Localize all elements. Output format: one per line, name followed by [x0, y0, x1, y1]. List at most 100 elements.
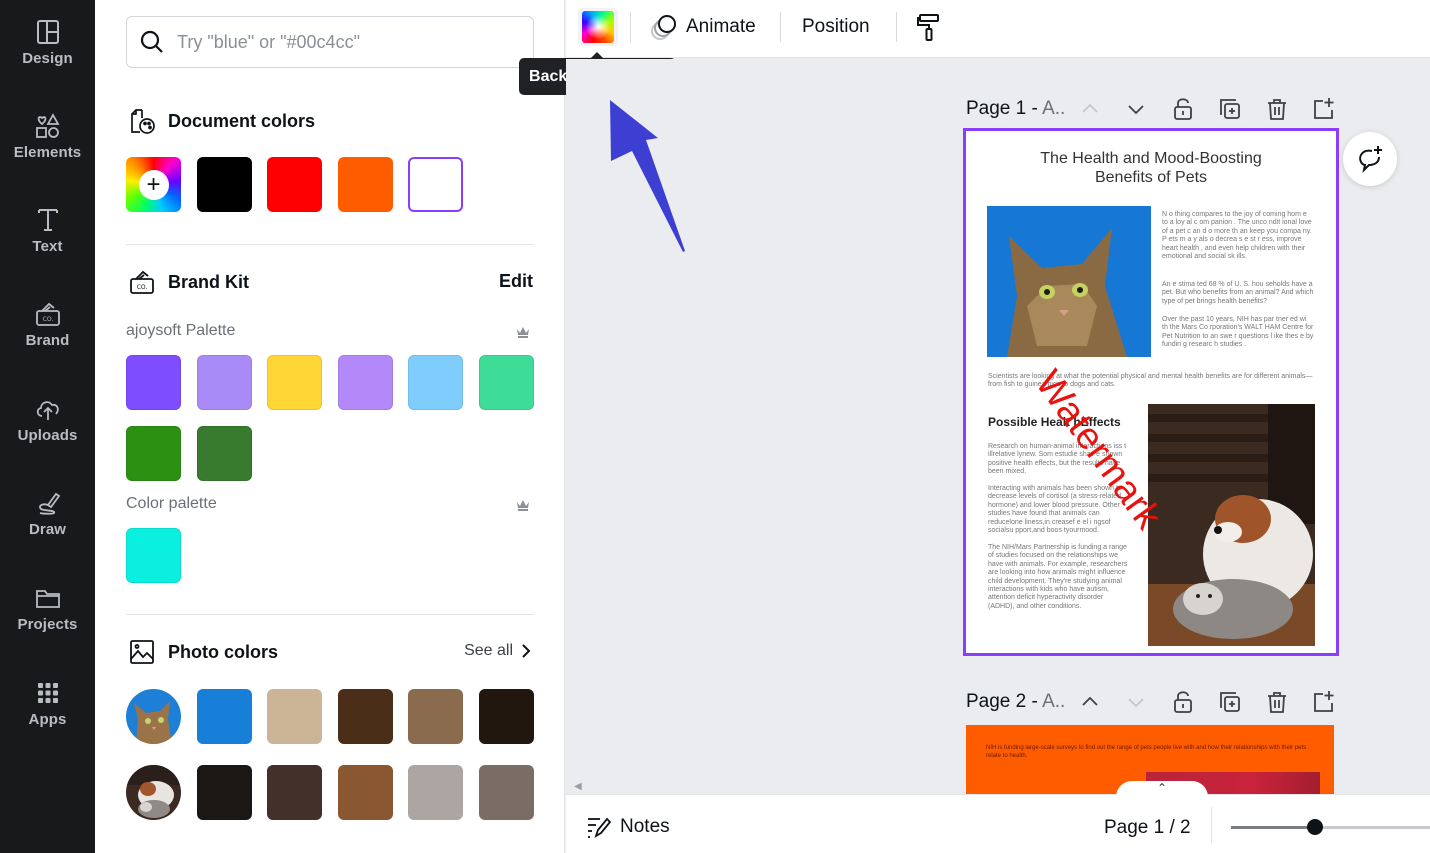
- brand-color-swatch[interactable]: [197, 426, 252, 481]
- image-icon: [130, 640, 154, 664]
- nih-mars-paragraph[interactable]: Over the past 10 years, NIH has par tner…: [1162, 316, 1314, 350]
- page-count-button[interactable]: Page 1 / 2: [1104, 817, 1191, 839]
- photo-color-swatch[interactable]: [267, 765, 322, 820]
- photo-color-swatch[interactable]: [267, 689, 322, 744]
- trash-icon[interactable]: [1264, 96, 1290, 122]
- trash-icon[interactable]: [1264, 689, 1290, 715]
- zoom-slider[interactable]: [1231, 819, 1430, 835]
- brand-kit-edit-button[interactable]: Edit: [499, 271, 533, 292]
- animate-button[interactable]: Animate: [650, 10, 756, 44]
- brand-kit-header: CO. Brand Kit: [128, 267, 249, 297]
- brand-color-swatch[interactable]: [338, 355, 393, 410]
- rail-item-text[interactable]: Text: [0, 206, 95, 286]
- document-palette-icon: [131, 109, 155, 134]
- brand-color-swatch[interactable]: [197, 355, 252, 410]
- rail-item-brand[interactable]: CO. Brand: [0, 300, 95, 380]
- notes-label: Notes: [620, 816, 670, 837]
- position-label: Position: [802, 16, 870, 37]
- comment-plus-icon: [1359, 146, 1382, 174]
- scroll-left-icon[interactable]: ◀: [574, 781, 582, 792]
- toolbar-divider: [780, 12, 781, 42]
- rail-item-design[interactable]: Design: [0, 18, 95, 98]
- effects-paragraph-3[interactable]: The NIH/Mars Partnership is funding a ra…: [988, 544, 1128, 611]
- chevron-down-icon[interactable]: [1123, 689, 1149, 715]
- palette-color-swatch[interactable]: [126, 528, 181, 583]
- brand-color-swatch[interactable]: [126, 355, 181, 410]
- unlock-icon[interactable]: [1170, 96, 1196, 122]
- section-divider: [126, 244, 534, 245]
- cat-image[interactable]: [987, 206, 1151, 357]
- toolbar-divider: [630, 12, 631, 42]
- copy-style-button[interactable]: [916, 10, 948, 44]
- rail-label: Apps: [28, 711, 67, 728]
- photo-color-swatch[interactable]: [408, 765, 463, 820]
- brand-color-swatch[interactable]: [408, 355, 463, 410]
- document-color-swatch[interactable]: [197, 157, 252, 212]
- chevron-up-icon[interactable]: [1077, 689, 1103, 715]
- zoom-slider-fill: [1231, 826, 1315, 829]
- canva-editor: Design Elements Text CO. Brand Uploads D…: [0, 0, 1430, 853]
- page-1-title[interactable]: Page 1 - A..: [966, 98, 1065, 120]
- duplicate-page-icon[interactable]: [1217, 96, 1243, 122]
- document-title[interactable]: The Health and Mood-Boosting Benefits of…: [966, 149, 1336, 187]
- expand-pages-button[interactable]: ⌃: [1116, 781, 1208, 797]
- brand-color-swatch[interactable]: [479, 355, 534, 410]
- color-panel: Document colors + CO. Brand Kit Edit ajo…: [95, 0, 565, 853]
- add-page-icon[interactable]: [1311, 96, 1337, 122]
- photo-color-swatch[interactable]: [479, 689, 534, 744]
- page-1-canvas[interactable]: The Health and Mood-Boosting Benefits of…: [963, 128, 1339, 656]
- toolbar-divider: [896, 12, 897, 42]
- search-icon: [140, 30, 163, 53]
- rail-label: Brand: [25, 332, 70, 349]
- households-paragraph[interactable]: An e stima ted 68 % of U. S. hou seholds…: [1162, 281, 1314, 306]
- dog-cat-photo-thumbnail[interactable]: [126, 765, 181, 820]
- apps-grid-icon: [37, 683, 58, 703]
- brand-kit-title: Brand Kit: [168, 271, 249, 292]
- zoom-slider-handle[interactable]: [1306, 819, 1323, 835]
- photo-color-swatch[interactable]: [197, 765, 252, 820]
- document-color-swatch-selected[interactable]: [408, 157, 463, 212]
- color-search-box[interactable]: [126, 16, 534, 68]
- photo-color-swatch[interactable]: [197, 689, 252, 744]
- intro-paragraph[interactable]: N o thing compares to the joy of coming …: [1162, 211, 1314, 261]
- left-rail: Design Elements Text CO. Brand Uploads D…: [0, 0, 95, 853]
- page-2-title[interactable]: Page 2 - A..: [966, 691, 1065, 713]
- cat-photo-thumbnail[interactable]: [126, 689, 181, 744]
- notes-button[interactable]: Notes: [586, 815, 670, 839]
- see-all-photo-colors-link[interactable]: See all: [464, 642, 533, 660]
- brand-kit-icon: CO.: [130, 270, 154, 294]
- rail-label: Elements: [13, 144, 82, 161]
- rail-item-draw[interactable]: Draw: [0, 489, 95, 569]
- duplicate-page-icon[interactable]: [1217, 689, 1243, 715]
- rail-item-elements[interactable]: Elements: [0, 112, 95, 192]
- chevron-up-icon[interactable]: [1077, 96, 1103, 122]
- position-button[interactable]: Position: [802, 10, 870, 44]
- chevron-down-icon[interactable]: [1123, 96, 1149, 122]
- document-color-swatch[interactable]: [267, 157, 322, 212]
- text-icon: [37, 209, 58, 231]
- photo-color-swatch[interactable]: [408, 689, 463, 744]
- dog-and-cat-image[interactable]: [1148, 404, 1315, 646]
- rail-item-projects[interactable]: Projects: [0, 584, 95, 664]
- brand-icon: CO.: [35, 302, 60, 326]
- add-comment-button[interactable]: [1343, 132, 1397, 186]
- photo-color-swatch[interactable]: [338, 689, 393, 744]
- photo-color-swatch[interactable]: [479, 765, 534, 820]
- add-color-button[interactable]: +: [126, 157, 181, 212]
- animate-icon: [651, 15, 676, 40]
- document-color-swatch[interactable]: [338, 157, 393, 212]
- svg-text:CO.: CO.: [42, 316, 53, 323]
- paint-roller-icon: [917, 14, 939, 41]
- brand-color-swatch[interactable]: [126, 426, 181, 481]
- unlock-icon[interactable]: [1170, 689, 1196, 715]
- color-search-input[interactable]: [177, 31, 517, 53]
- photo-color-swatch[interactable]: [338, 765, 393, 820]
- background-color-button[interactable]: [578, 8, 618, 46]
- rail-item-uploads[interactable]: Uploads: [0, 395, 95, 475]
- add-page-icon[interactable]: [1311, 689, 1337, 715]
- document-colors-title: Document colors: [168, 110, 316, 131]
- page-2-paragraph[interactable]: NIH is funding large-scale surveys to fi…: [986, 745, 1316, 760]
- rail-item-apps[interactable]: Apps: [0, 679, 95, 759]
- brand-color-swatch[interactable]: [267, 355, 322, 410]
- shapes-icon: [35, 113, 60, 138]
